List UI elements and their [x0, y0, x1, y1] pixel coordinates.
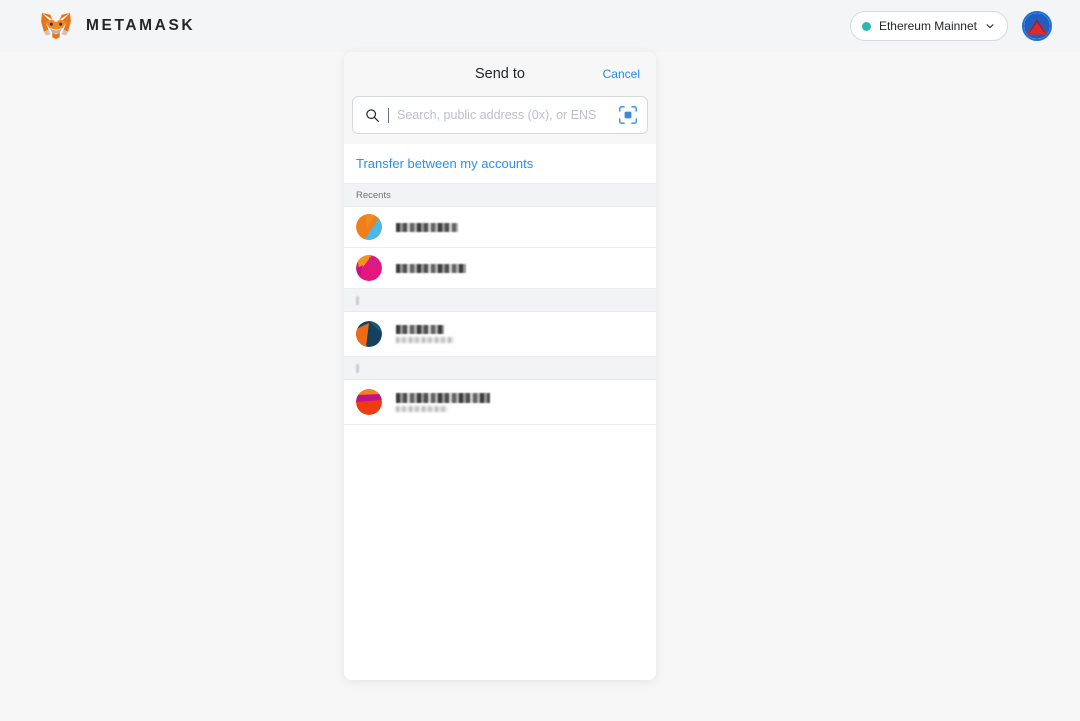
recipient-blockie-icon	[356, 255, 382, 281]
list-item[interactable]	[344, 380, 656, 425]
brand-name: METAMASK	[86, 17, 195, 35]
modal-header: Send to Cancel	[344, 52, 656, 96]
section-label-redacted	[356, 296, 359, 305]
network-name: Ethereum Mainnet	[879, 19, 977, 33]
section-header	[344, 289, 656, 312]
recipient-address-redacted	[396, 406, 448, 412]
search-container	[344, 96, 656, 144]
recipient-name-redacted	[396, 325, 444, 334]
recipient-address-redacted	[396, 337, 454, 343]
recipient-name-redacted	[396, 264, 466, 273]
recipient-text	[396, 325, 454, 343]
qr-scan-icon	[617, 104, 639, 126]
chevron-down-icon	[985, 21, 995, 31]
avatar[interactable]	[1022, 11, 1052, 41]
list-item[interactable]	[344, 248, 656, 289]
recipient-text	[396, 264, 466, 273]
list-item[interactable]	[344, 312, 656, 357]
recipient-blockie-icon	[356, 321, 382, 347]
recipient-name-redacted	[396, 393, 490, 403]
page-title: Send to	[475, 66, 525, 82]
recipient-name-redacted	[396, 223, 458, 232]
qr-scan-button[interactable]	[617, 104, 639, 126]
recipient-list: Transfer between my accounts Recents	[344, 144, 656, 680]
list-item[interactable]	[344, 207, 656, 248]
cancel-button[interactable]: Cancel	[603, 67, 640, 81]
search-input[interactable]	[391, 108, 609, 122]
recipient-blockie-icon	[356, 389, 382, 415]
transfer-between-accounts-label: Transfer between my accounts	[356, 156, 533, 171]
section-label: Recents	[356, 190, 391, 201]
brand: METAMASK	[40, 12, 195, 40]
send-to-modal: Send to Cancel	[344, 52, 656, 680]
search-icon	[365, 108, 380, 123]
network-status-dot	[862, 22, 871, 31]
app-header-right: Ethereum Mainnet	[850, 11, 1052, 41]
network-selector[interactable]: Ethereum Mainnet	[850, 11, 1008, 41]
transfer-between-accounts-button[interactable]: Transfer between my accounts	[344, 144, 656, 184]
section-header-recents: Recents	[344, 184, 656, 207]
recipient-text	[396, 393, 490, 412]
section-header	[344, 357, 656, 380]
app-header: METAMASK Ethereum Mainnet	[0, 0, 1080, 52]
text-caret	[388, 108, 389, 123]
recipient-text	[396, 223, 458, 232]
metamask-fox-icon	[40, 12, 72, 40]
search-box[interactable]	[352, 96, 648, 134]
section-label-redacted	[356, 364, 359, 373]
recipient-blockie-icon	[356, 214, 382, 240]
